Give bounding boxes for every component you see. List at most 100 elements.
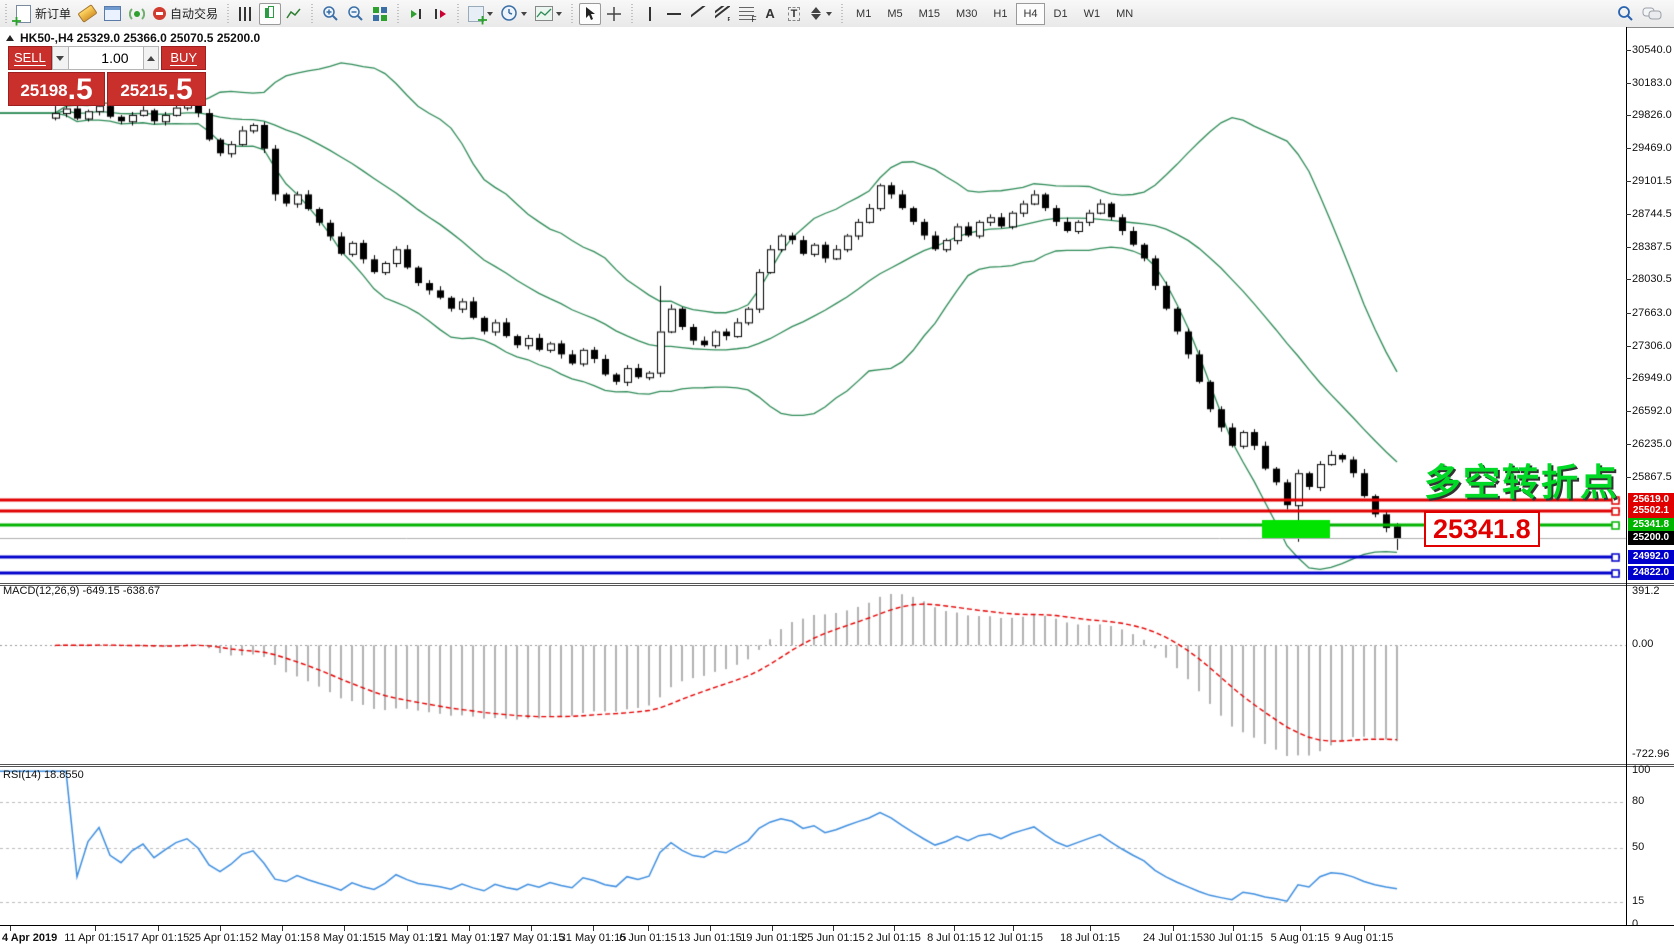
key-level-price-label[interactable]: 25341.8 [1424, 511, 1540, 547]
market-watch-button[interactable] [101, 3, 124, 25]
timeframe-button-w1[interactable]: W1 [1077, 3, 1108, 25]
price-axis-tick: 26949.0 [1632, 372, 1674, 384]
time-axis-label: 19 Jun 01:15 [740, 932, 804, 944]
new-order-icon [16, 5, 31, 23]
price-axis-tickmark [1626, 279, 1631, 280]
pane-separator[interactable] [0, 764, 1674, 767]
turning-point-annotation[interactable]: 多空转折点 [1424, 452, 1619, 506]
price-axis-tickmark [1626, 346, 1631, 347]
indicators-button[interactable] [465, 3, 496, 25]
zoom-out-button[interactable] [344, 3, 367, 25]
autotrade-button[interactable]: 自动交易 [150, 3, 221, 25]
search-icon [1617, 5, 1634, 22]
time-axis-label: 25 Jun 01:15 [801, 932, 865, 944]
crayon-button[interactable] [76, 3, 99, 25]
crayon-icon [77, 4, 97, 23]
main-chart-canvas[interactable] [0, 27, 1627, 584]
price-axis-tickmark [1626, 181, 1631, 182]
text-tool-button[interactable]: A [759, 3, 781, 25]
price-axis-tick: 27663.0 [1632, 307, 1674, 319]
volume-decrease-button[interactable] [52, 46, 69, 70]
pane-separator[interactable] [0, 583, 1674, 586]
time-axis-label: 31 May 01:15 [560, 932, 627, 944]
trendline-tool-button[interactable] [687, 3, 709, 25]
macd-indicator-label: MACD(12,26,9) -649.15 -638.67 [3, 585, 160, 597]
search-button[interactable] [1614, 3, 1637, 25]
cursor-tool-button[interactable] [579, 3, 601, 25]
crosshair-tool-button[interactable] [603, 3, 625, 25]
time-axis-tickmark [954, 926, 955, 931]
arrows-tool-button[interactable] [807, 3, 835, 25]
chevron-down-icon [487, 12, 493, 16]
rsi-canvas[interactable] [0, 768, 1627, 925]
level-price-tag: 25341.8 [1628, 518, 1674, 532]
timeframe-button-d1[interactable]: D1 [1047, 3, 1075, 25]
toolbar-separator [569, 4, 575, 24]
time-axis-label: 8 Jul 01:15 [927, 932, 981, 944]
price-axis-tickmark [1626, 50, 1631, 51]
price-axis-tick: 27306.0 [1632, 340, 1674, 352]
volume-input[interactable] [69, 46, 143, 70]
timeframe-button-m30[interactable]: M30 [949, 3, 984, 25]
time-axis-tickmark [1173, 926, 1174, 931]
price-axis-tickmark [1626, 115, 1631, 116]
price-axis-tick: 26235.0 [1632, 438, 1674, 450]
timeframe-button-h4[interactable]: H4 [1016, 3, 1044, 25]
tile-windows-button[interactable] [369, 3, 391, 25]
toolbar-right-group [1613, 3, 1666, 25]
text-label-tool-button[interactable]: T [783, 3, 805, 25]
time-axis-tickmark [531, 926, 532, 931]
time-axis-label: 12 Jul 01:15 [983, 932, 1043, 944]
chevron-down-icon [826, 12, 832, 16]
sell-price-button[interactable]: 25198 .5 [8, 72, 105, 106]
buy-price-button[interactable]: 25215 .5 [107, 72, 206, 106]
fibonacci-tool-button[interactable]: F [735, 3, 757, 25]
periods-button[interactable] [498, 3, 530, 25]
line-chart-button[interactable] [283, 3, 305, 25]
time-axis-tickmark [469, 926, 470, 931]
sell-button[interactable]: SELL [8, 46, 52, 70]
chart-window-icon [104, 6, 121, 21]
chart-shift-button[interactable] [429, 3, 451, 25]
macd-canvas[interactable] [0, 586, 1627, 764]
time-axis-tickmark [10, 926, 11, 931]
time-axis[interactable]: 4 Apr 201911 Apr 01:1517 Apr 01:1525 Apr… [0, 925, 1674, 949]
volume-increase-button[interactable] [143, 46, 160, 70]
buy-button[interactable]: BUY [161, 46, 206, 70]
autotrade-stop-icon [153, 7, 166, 20]
timeframe-button-m5[interactable]: M5 [880, 3, 909, 25]
rsi-axis-tick: 15 [1632, 895, 1674, 907]
collapse-arrow-icon[interactable] [6, 35, 14, 41]
price-axis-tickmark [1626, 83, 1631, 84]
timeframe-button-m15[interactable]: M15 [912, 3, 947, 25]
timeframe-button-mn[interactable]: MN [1109, 3, 1140, 25]
candlestick-chart-button[interactable] [259, 3, 281, 25]
channel-tool-button[interactable]: E [711, 3, 733, 25]
timeframe-button-m1[interactable]: M1 [849, 3, 878, 25]
chat-button[interactable] [1639, 3, 1665, 25]
current-price-tag: 25200.0 [1628, 531, 1674, 545]
vertical-line-tool-button[interactable] [639, 3, 661, 25]
text-label-icon: T [788, 7, 801, 21]
one-click-trading-panel: SELL BUY 25198 .5 25215 .5 [8, 46, 206, 70]
price-axis-tickmark [1626, 313, 1631, 314]
timeframe-button-h1[interactable]: H1 [986, 3, 1014, 25]
new-order-button[interactable]: 新订单 [13, 3, 74, 25]
chat-icon [1642, 6, 1662, 22]
toolbar-separator [309, 4, 315, 24]
bar-chart-button[interactable] [235, 3, 257, 25]
auto-scroll-button[interactable] [405, 3, 427, 25]
templates-button[interactable] [532, 3, 565, 25]
template-icon [535, 6, 553, 21]
text-tool-icon: A [765, 6, 774, 21]
toolbar-separator [839, 4, 845, 24]
time-axis-tickmark [1013, 926, 1014, 931]
horizontal-line-tool-button[interactable] [663, 3, 685, 25]
rsi-axis-tick: 80 [1632, 795, 1674, 807]
zoom-in-button[interactable] [319, 3, 342, 25]
price-axis-tick: 30540.0 [1632, 44, 1674, 56]
sell-price-fraction: .5 [68, 75, 93, 105]
macd-axis-zero: 0.00 [1632, 638, 1674, 650]
signals-button[interactable] [126, 3, 148, 25]
sell-price-main: 25198 [20, 81, 67, 105]
